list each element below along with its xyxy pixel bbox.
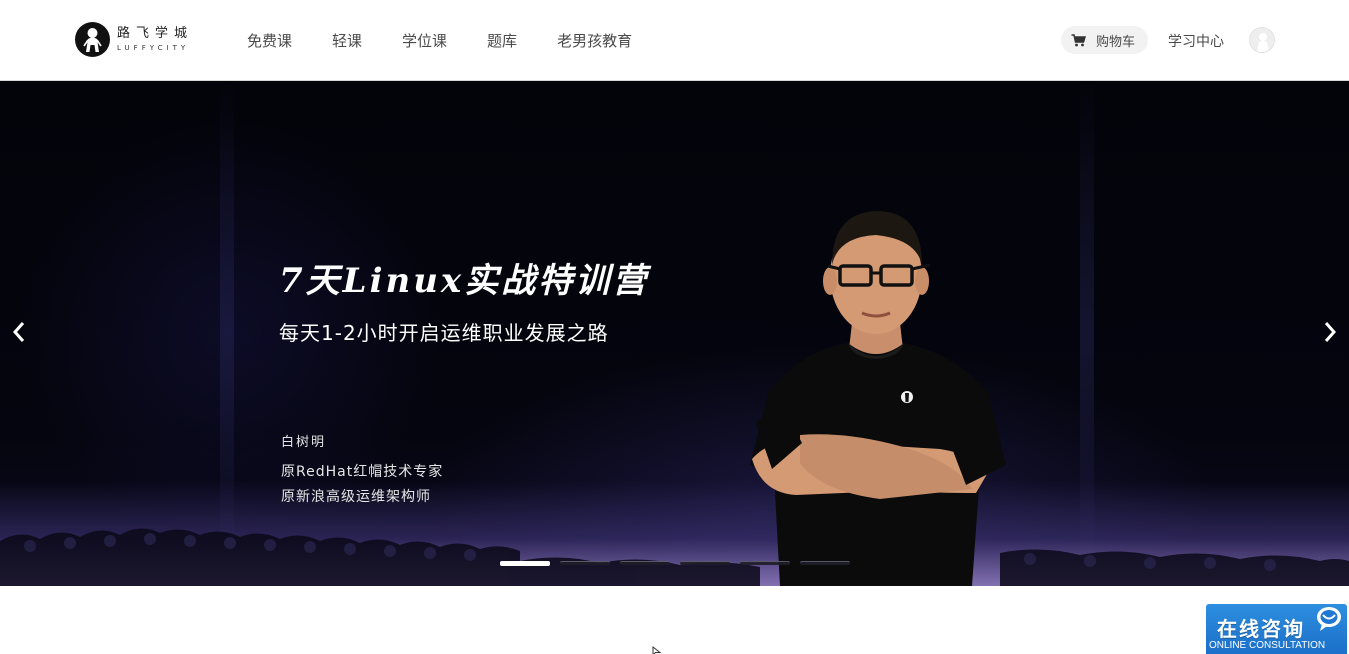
instructor-name: 白树明 (281, 435, 327, 450)
instructor-role: 原新浪高级运维架构师 (281, 489, 431, 505)
site-logo[interactable]: 路飞学城 LUFFYCITY (75, 22, 193, 57)
nav-item-oldboy-education[interactable]: 老男孩教育 (557, 30, 632, 51)
top-navbar: 路飞学城 LUFFYCITY 免费课 轻课 学位课 题库 老男孩教育 购物车 学… (0, 0, 1349, 81)
carousel-indicators (500, 561, 860, 566)
carousel-dot[interactable] (500, 561, 550, 566)
hero-carousel[interactable]: 7天Linux实战特训营 每天1-2小时开启运维职业发展之路 白树明 原RedH… (0, 81, 1349, 586)
banner-subtitle: 每天1-2小时开启运维职业发展之路 (279, 321, 609, 345)
carousel-dot[interactable] (740, 561, 790, 565)
carousel-next-button[interactable] (1317, 319, 1343, 345)
online-consultation-widget[interactable]: 在线咨询 ONLINE CONSULTATION (1206, 604, 1347, 654)
instructor-role: 原RedHat红帽技术专家 (281, 464, 444, 480)
nav-item-question-bank[interactable]: 题库 (487, 30, 517, 51)
mouse-cursor-icon (652, 646, 662, 654)
carousel-dot[interactable] (560, 561, 610, 565)
user-avatar[interactable] (1249, 27, 1275, 53)
instructor-photo (750, 211, 1006, 586)
nav-item-free-courses[interactable]: 免费课 (247, 30, 292, 51)
nav-item-light-courses[interactable]: 轻课 (332, 30, 362, 51)
audience-silhouette (0, 528, 1349, 586)
carousel-prev-button[interactable] (6, 319, 32, 345)
logo-text: 路飞学城 LUFFYCITY (117, 26, 193, 53)
chevron-right-icon (1324, 322, 1337, 342)
chat-widget-subtitle: ONLINE CONSULTATION (1209, 640, 1326, 651)
chat-bubble-icon (1317, 607, 1341, 631)
study-center-link[interactable]: 学习中心 (1168, 31, 1224, 51)
main-nav: 免费课 轻课 学位课 题库 老男孩教育 (247, 0, 672, 80)
logo-name-cn: 路飞学城 (117, 26, 194, 41)
logo-icon (75, 22, 110, 57)
carousel-dot[interactable] (680, 561, 730, 565)
chevron-left-icon (12, 322, 25, 342)
chat-widget-title: 在线咨询 (1217, 617, 1305, 641)
cart-label: 购物车 (1096, 34, 1136, 50)
avatar-icon (1257, 33, 1269, 52)
nav-item-degree-courses[interactable]: 学位课 (402, 30, 447, 51)
cart-icon (1071, 33, 1086, 46)
logo-name-en: LUFFYCITY (117, 44, 190, 52)
carousel-dot[interactable] (800, 561, 850, 565)
carousel-dot[interactable] (620, 561, 670, 565)
banner-title: 7天Linux实战特训营 (279, 261, 650, 301)
cart-button[interactable]: 购物车 (1061, 26, 1148, 54)
